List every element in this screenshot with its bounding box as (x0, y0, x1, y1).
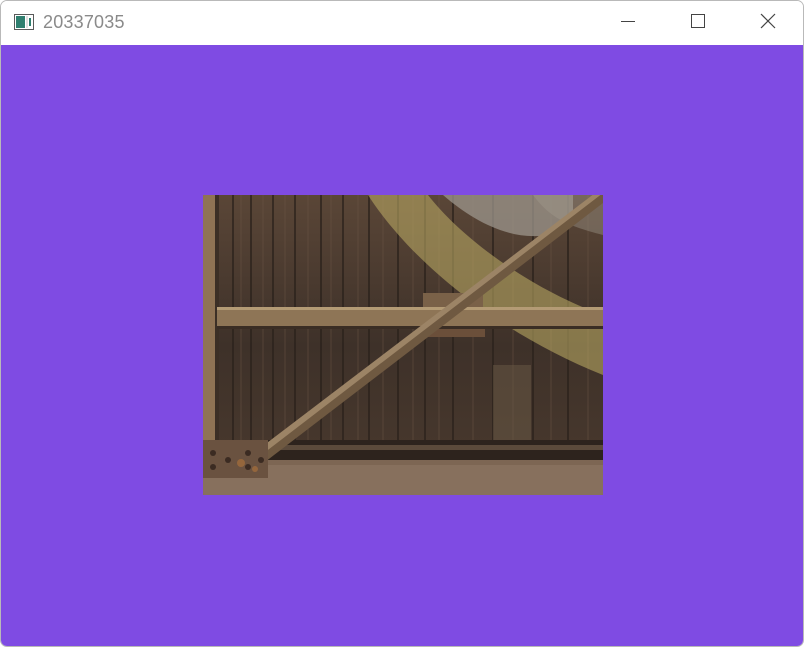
app-window: 20337035 (0, 0, 804, 647)
app-window-icon (14, 14, 34, 30)
close-icon (759, 12, 777, 35)
render-area[interactable] (1, 45, 803, 646)
window-title: 20337035 (43, 12, 125, 32)
wooden-crate-texture (203, 195, 603, 495)
title-bar[interactable]: 20337035 (1, 1, 803, 45)
minimize-icon (620, 13, 636, 34)
maximize-button[interactable] (663, 1, 733, 45)
minimize-button[interactable] (593, 1, 663, 45)
close-button[interactable] (733, 1, 803, 45)
maximize-icon (690, 13, 706, 34)
